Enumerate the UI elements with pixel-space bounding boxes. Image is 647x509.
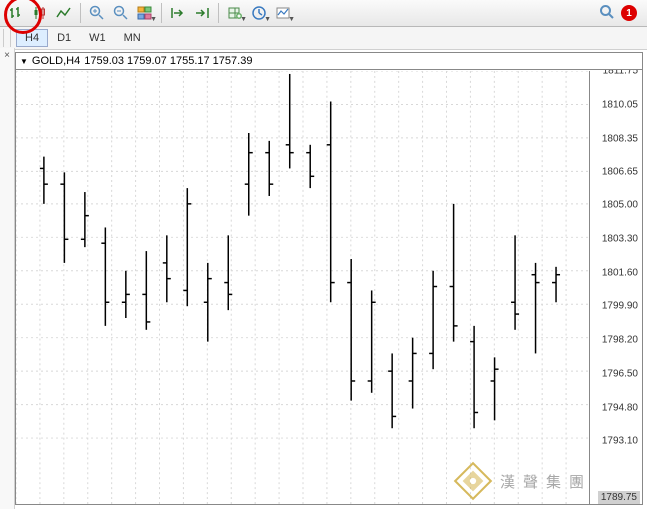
main-toolbar: ▼ ▼ ▼ ▼ 1 — [0, 0, 647, 27]
chart-header: ▼ GOLD,H4 1759.03 1759.07 1755.17 1757.3… — [16, 53, 642, 70]
chart-panel[interactable]: ▼ GOLD,H4 1759.03 1759.07 1755.17 1757.3… — [15, 52, 643, 505]
price-label: 1794.80 — [602, 402, 638, 413]
price-label: 1805.00 — [602, 200, 638, 211]
candlestick-button[interactable] — [28, 1, 52, 25]
chart-symbol: GOLD,H4 — [32, 55, 80, 67]
chart-container: × ▼ GOLD,H4 1759.03 1759.07 1755.17 1757… — [0, 48, 647, 509]
indicators-button[interactable]: ▼ — [223, 1, 247, 25]
price-label: 1810.05 — [602, 99, 638, 110]
notification-badge[interactable]: 1 — [621, 5, 637, 21]
close-chart-button[interactable]: × — [1, 50, 13, 62]
price-label: 1796.50 — [602, 368, 638, 379]
timeframe-mn[interactable]: MN — [115, 29, 150, 47]
tile-windows-button[interactable]: ▼ — [133, 1, 157, 25]
dropdown-icon[interactable]: ▼ — [20, 57, 28, 66]
timeframe-d1[interactable]: D1 — [48, 29, 80, 47]
zoom-in-button[interactable] — [85, 1, 109, 25]
price-label: 1803.30 — [602, 233, 638, 244]
watermark-text: 漢聲集團 — [500, 471, 592, 492]
timeframe-bar: H4D1W1MN — [0, 27, 647, 50]
price-label: 1793.10 — [602, 436, 638, 447]
templates-button[interactable]: ▼ — [271, 1, 295, 25]
periodicity-button[interactable]: ▼ — [247, 1, 271, 25]
price-label: 1799.90 — [602, 301, 638, 312]
zoom-out-button[interactable] — [109, 1, 133, 25]
watermark: 漢聲集團 — [452, 460, 592, 502]
toolbar-grip — [3, 29, 11, 47]
price-label: 1806.65 — [602, 167, 638, 178]
line-chart-button[interactable] — [52, 1, 76, 25]
price-axis: 1811.751810.051808.351806.651805.001803.… — [589, 71, 642, 504]
timeframe-h4[interactable]: H4 — [16, 29, 48, 47]
price-label: 1798.20 — [602, 335, 638, 346]
timeframe-w1[interactable]: W1 — [80, 29, 115, 47]
auto-scroll-button[interactable] — [190, 1, 214, 25]
search-icon[interactable] — [599, 4, 615, 23]
price-label: 1808.35 — [602, 133, 638, 144]
shift-chart-button[interactable] — [166, 1, 190, 25]
bar-chart-button[interactable] — [4, 1, 28, 25]
last-price-box: 1789.75 — [598, 491, 640, 504]
chart-ohlc: 1759.03 1759.07 1755.17 1757.39 — [84, 55, 252, 67]
chart-plot-area[interactable] — [16, 71, 590, 504]
price-label: 1801.60 — [602, 267, 638, 278]
